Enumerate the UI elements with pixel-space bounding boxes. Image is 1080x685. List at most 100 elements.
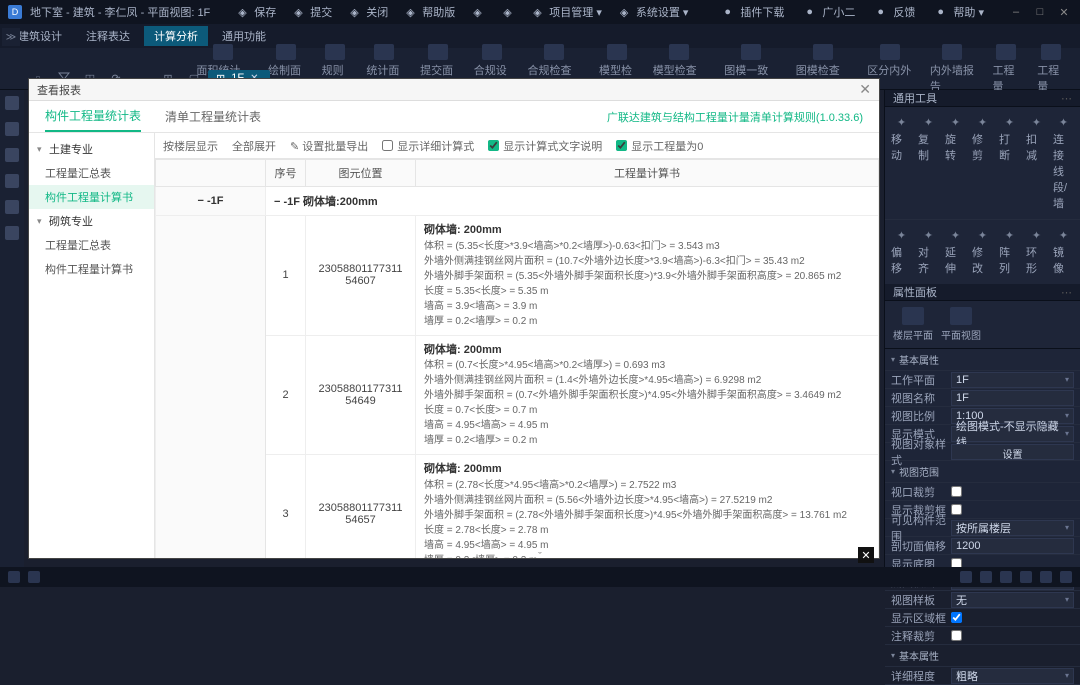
ribbon-icon-6 (544, 44, 564, 60)
prop-value[interactable]: 1200 (951, 538, 1074, 554)
dialog-body: ▾土建专业工程量汇总表构件工程量计算书▾砌筑专业工程量汇总表构件工程量计算书 按… (29, 133, 879, 558)
tool2-5[interactable]: ✦环形 (1024, 226, 1049, 278)
table-row[interactable]: 12305880117731154607砌体墙: 200mm体积 = (5.35… (156, 216, 879, 336)
titlebar-help2-button[interactable]: ●帮助 ▾ (929, 2, 992, 22)
tree-group-0[interactable]: ▾土建专业 (29, 137, 154, 161)
sb-icon-1[interactable] (960, 571, 972, 583)
thumb-floor-icon[interactable] (902, 307, 924, 325)
sb-icon-4[interactable] (1020, 571, 1032, 583)
section-basic2[interactable]: ▾基本属性 (885, 645, 1080, 667)
titlebar-close-button[interactable]: ◈关闭 (342, 2, 396, 22)
titlebar-save-button[interactable]: ◈保存 (230, 2, 284, 22)
floor-group-row[interactable]: − -1F − -1F 砌体墙:200mm (156, 187, 879, 216)
ribbon-btn-12[interactable]: 内外墙报告 (922, 42, 983, 96)
rail-list-icon[interactable] (5, 148, 19, 162)
tool2-icon-6: ✦ (1056, 228, 1072, 242)
show-formula-text-check[interactable]: 显示计算式文字说明 (488, 138, 602, 154)
calc-rule-link[interactable]: 广联达建筑与结构工程量计量清单计算规则(1.0.33.6) (607, 109, 863, 125)
titlebar-undo-button[interactable]: ◈ (465, 2, 493, 22)
prop-checkbox[interactable] (951, 612, 962, 623)
minimize-icon[interactable]: – (1008, 4, 1024, 20)
expand-panel-icon[interactable]: ≫ (2, 28, 20, 46)
titlebar-project-button[interactable]: ◈项目管理 ▾ (525, 2, 610, 22)
prop-checkbox[interactable] (951, 504, 962, 515)
tool1-4[interactable]: ✦打断 (997, 113, 1022, 213)
prop-basic-4: 视图对象样式设置 (885, 443, 1080, 461)
titlebar-feedback-button[interactable]: ●反馈 (869, 2, 923, 22)
prop-range-2: 可见构件范围按所属楼层▾ (885, 519, 1080, 537)
tool1-3[interactable]: ✦修剪 (970, 113, 995, 213)
dialog-close-icon[interactable]: ✕ (859, 81, 871, 98)
tab-component-qty[interactable]: 构件工程量统计表 (45, 101, 141, 132)
tool1-2[interactable]: ✦旋转 (943, 113, 968, 213)
prop-value[interactable]: 按所属楼层▾ (951, 520, 1074, 536)
pager-close-icon[interactable]: ✕ (858, 547, 874, 563)
sb-icon-6[interactable] (1060, 571, 1072, 583)
tools-panel-title: 通用工具⋯ (885, 90, 1080, 107)
prop-value[interactable]: 粗略▾ (951, 668, 1074, 684)
sb-icon-5[interactable] (1040, 571, 1052, 583)
prop-value[interactable]: 1F (951, 390, 1074, 406)
sb-icon-3[interactable] (1000, 571, 1012, 583)
tree-item-1-0[interactable]: 工程量汇总表 (29, 233, 154, 257)
batch-export-button[interactable]: ✎ 设置批量导出 (290, 138, 368, 154)
prop-checkbox[interactable] (951, 486, 962, 497)
tree-group-1[interactable]: ▾砌筑专业 (29, 209, 154, 233)
close-window-icon[interactable]: ✕ (1056, 4, 1072, 20)
collapse-icon[interactable]: − (274, 196, 280, 208)
col-floor-header (156, 160, 266, 187)
titlebar-submit-button[interactable]: ◈提交 (286, 2, 340, 22)
ribbon-icon-3 (374, 44, 394, 60)
maximize-icon[interactable]: □ (1032, 4, 1048, 20)
titlebar-settings-button[interactable]: ◈系统设置 ▾ (612, 2, 697, 22)
rail-layers-icon[interactable] (5, 122, 19, 136)
titlebar-plugin-button[interactable]: ●插件下载 (716, 2, 792, 22)
expand-all-button[interactable]: 全部展开 (232, 138, 276, 154)
ribbon-btn-13[interactable]: 工程量 (985, 42, 1028, 96)
floor-display-label[interactable]: 按楼层显示 (163, 138, 218, 154)
collapse-icon[interactable]: − (198, 195, 204, 207)
tree-item-0-1[interactable]: 构件工程量计算书 (29, 185, 154, 209)
tree-item-1-1[interactable]: 构件工程量计算书 (29, 257, 154, 281)
tool2-1[interactable]: ✦对齐 (916, 226, 941, 278)
tool2-0[interactable]: ✦偏移 (889, 226, 914, 278)
menu-1[interactable]: 注释表达 (76, 26, 140, 46)
table-scroll[interactable]: 序号 图元位置 工程量计算书 − -1F − -1F 砌体墙:200mm 123… (155, 159, 879, 558)
sb-icon-2[interactable] (980, 571, 992, 583)
cell-position: 2305880117731154657 (306, 455, 416, 559)
tool2-icon-3: ✦ (975, 228, 991, 242)
show-zero-check[interactable]: 显示工程量为0 (616, 138, 703, 154)
rail-help-icon[interactable] (5, 226, 19, 240)
tool1-icon-4: ✦ (1002, 115, 1018, 129)
tool1-6[interactable]: ✦连接线段/墙 (1051, 113, 1076, 213)
thumb-plan-icon[interactable] (950, 307, 972, 325)
rail-link-icon[interactable] (5, 200, 19, 214)
section-basic[interactable]: ▾基本属性 (885, 349, 1080, 371)
titlebar-redo-button[interactable]: ◈ (495, 2, 523, 22)
tool2-3[interactable]: ✦修改 (970, 226, 995, 278)
cell-position: 2305880117731154649 (306, 335, 416, 455)
tool2-4[interactable]: ✦阵列 (997, 226, 1022, 278)
tool2-2[interactable]: ✦延伸 (943, 226, 968, 278)
titlebar-help-button[interactable]: ◈帮助版 (398, 2, 463, 22)
tool1-1[interactable]: ✦复制 (916, 113, 941, 213)
rail-home-icon[interactable] (5, 96, 19, 110)
prop-value[interactable]: 无▾ (951, 592, 1074, 608)
rail-annotate-icon[interactable] (5, 174, 19, 188)
ribbon-btn-14[interactable]: 工程量 (1029, 42, 1072, 96)
tab-list-qty[interactable]: 清单工程量统计表 (165, 102, 261, 131)
tool1-5[interactable]: ✦扣减 (1024, 113, 1049, 213)
prop-settings-button[interactable]: 设置 (951, 444, 1074, 460)
tool2-6[interactable]: ✦镜像 (1051, 226, 1076, 278)
titlebar-user-button[interactable]: ●广小二 (798, 2, 863, 22)
cloud-icon[interactable] (28, 571, 40, 583)
prop-value[interactable]: 绘图模式-不显示隐藏线▾ (951, 426, 1074, 442)
section-range[interactable]: ▾视图范围 (885, 461, 1080, 483)
property-sections: ▾基本属性工作平面1F▾视图名称1F视图比例1:100▾显示模式绘图模式-不显示… (885, 349, 1080, 685)
prop-checkbox[interactable] (951, 630, 962, 641)
show-formula-check[interactable]: 显示详细计算式 (382, 138, 474, 154)
tool1-0[interactable]: ✦移动 (889, 113, 914, 213)
tree-item-0-0[interactable]: 工程量汇总表 (29, 161, 154, 185)
notify-icon[interactable] (8, 571, 20, 583)
prop-value[interactable]: 1F▾ (951, 372, 1074, 388)
